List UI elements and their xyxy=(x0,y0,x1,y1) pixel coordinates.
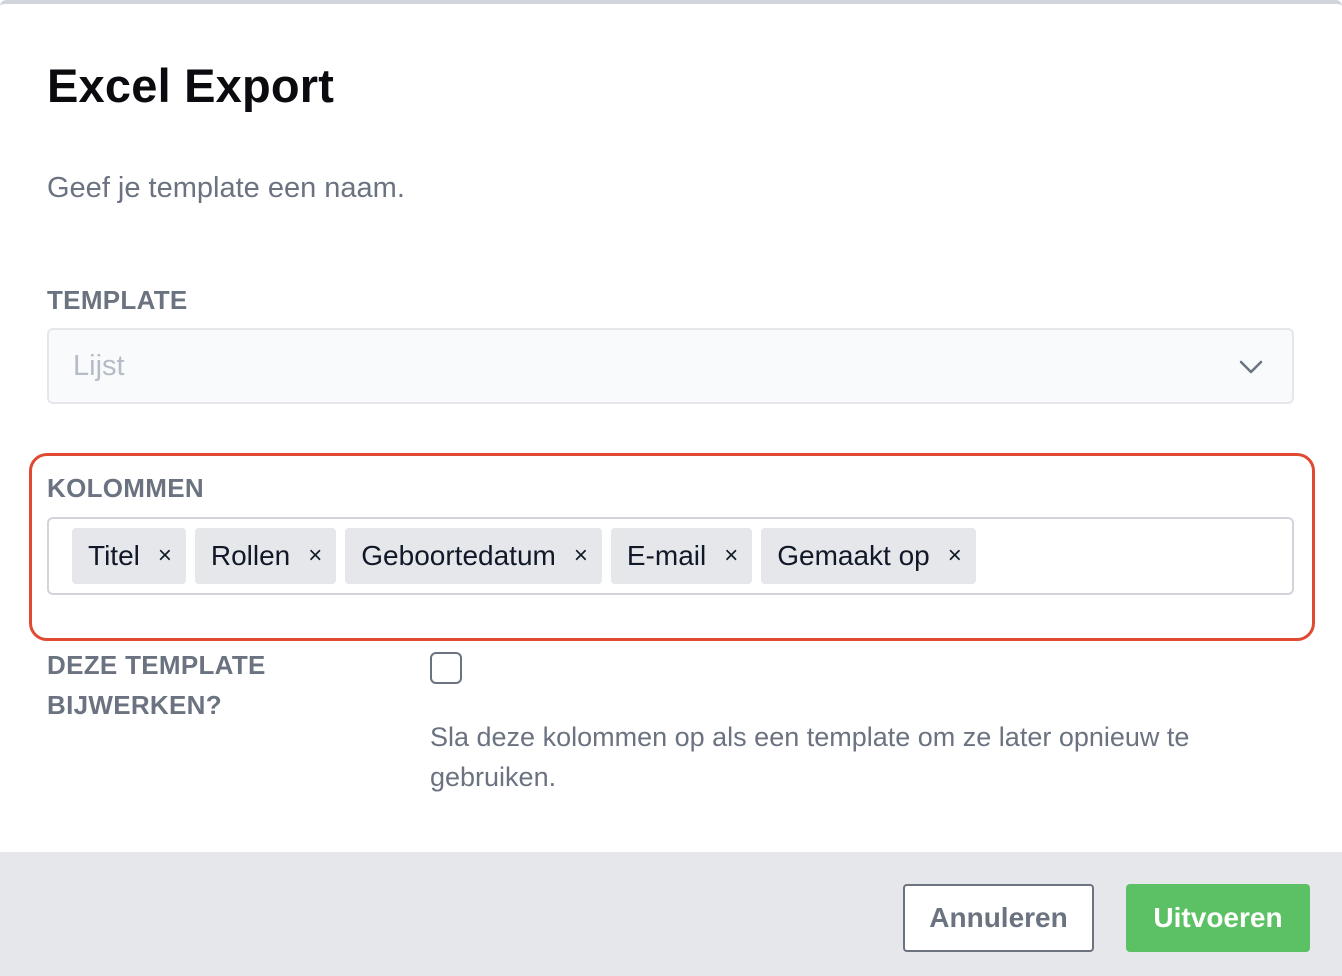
template-select[interactable]: Lijst xyxy=(47,328,1294,404)
column-tag-geboortedatum: Geboortedatum × xyxy=(345,528,602,584)
column-tag-email: E-mail × xyxy=(610,528,753,584)
submit-button[interactable]: Uitvoeren xyxy=(1126,884,1310,952)
column-tag-rollen: Rollen × xyxy=(194,528,337,584)
dialog-title: Excel Export xyxy=(47,59,335,112)
excel-export-dialog: Excel Export Geef je template een naam. … xyxy=(0,0,1342,976)
column-tag-label: Geboortedatum xyxy=(361,540,556,571)
template-label: TEMPLATE xyxy=(47,285,188,315)
column-tag-label: Titel xyxy=(88,540,140,571)
column-tag-label: Rollen xyxy=(210,540,291,571)
remove-tag-icon[interactable]: × xyxy=(574,544,588,568)
column-tag-label: E-mail xyxy=(626,540,707,571)
template-select-value: Lijst xyxy=(73,349,125,382)
columns-multiselect[interactable]: Titel × Rollen × Geboortedatum × E-mail … xyxy=(47,517,1294,595)
column-tag-gemaakt-op: Gemaakt op × xyxy=(761,528,976,584)
remove-tag-icon[interactable]: × xyxy=(724,544,738,568)
update-template-label: DEZE TEMPLATE BIJWERKEN? xyxy=(47,650,266,720)
cancel-button[interactable]: Annuleren xyxy=(903,884,1094,952)
remove-tag-icon[interactable]: × xyxy=(308,544,322,568)
column-tag-label: Gemaakt op xyxy=(777,540,930,571)
dialog-footer: Annuleren Uitvoeren xyxy=(0,852,1342,976)
dialog-description: Geef je template een naam. xyxy=(47,172,405,204)
update-template-checkbox[interactable] xyxy=(430,652,462,684)
chevron-down-icon xyxy=(1239,360,1263,374)
columns-label: KOLOMMEN xyxy=(47,473,204,503)
remove-tag-icon[interactable]: × xyxy=(158,544,172,568)
column-tag-titel: Titel × xyxy=(72,528,186,584)
remove-tag-icon[interactable]: × xyxy=(948,544,962,568)
update-template-help-text: Sla deze kolommen op als een template om… xyxy=(430,722,1190,792)
